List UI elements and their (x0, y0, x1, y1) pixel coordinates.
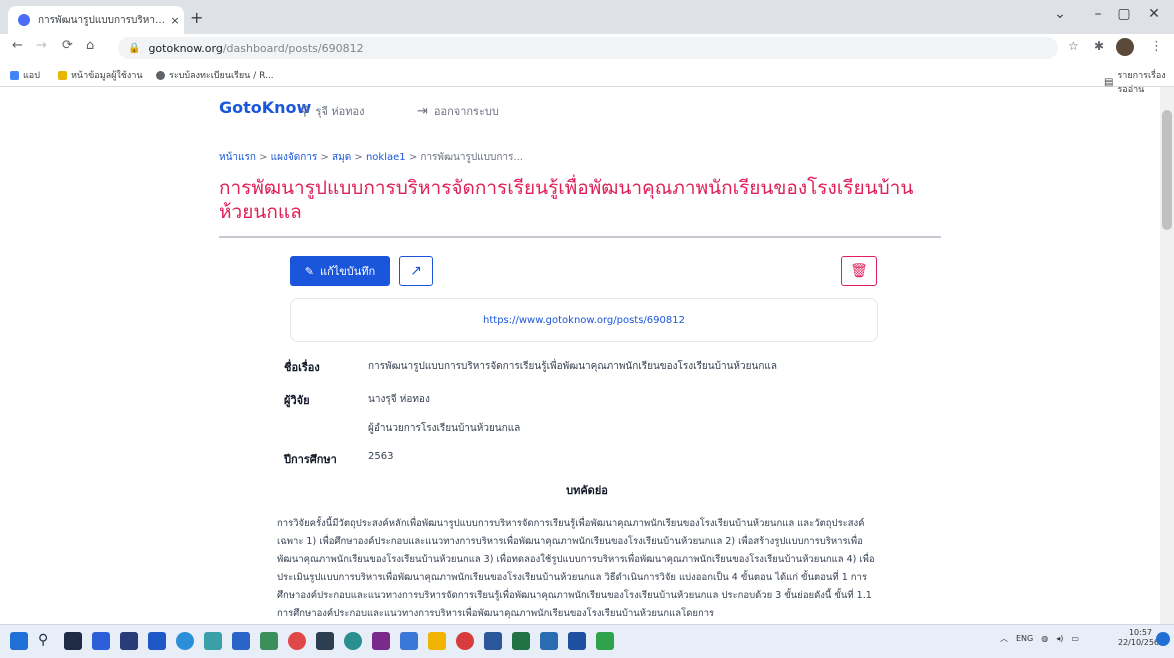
breadcrumb-notebook[interactable]: สมุด (332, 152, 351, 163)
line-icon[interactable] (596, 632, 614, 650)
trash-icon: 🗑 (850, 263, 868, 279)
store-icon[interactable] (148, 632, 166, 650)
new-tab-button[interactable]: + (190, 8, 203, 27)
close-tab-icon[interactable]: × (166, 14, 184, 27)
breadcrumb-home[interactable]: หน้าแรก (219, 152, 256, 163)
app-icon[interactable] (372, 632, 390, 650)
edit-label: แก้ไขบันทึก (320, 265, 376, 278)
site-logo[interactable]: GotoKnow (219, 98, 311, 117)
clock[interactable]: 10:57 22/10/2564 (1118, 628, 1165, 648)
researcher-label: ผู้วิจัย (284, 394, 310, 407)
user-icon: ⚲ (300, 103, 310, 119)
bookmark-label: หน้าข้อมูลผู้ใช้งาน (71, 71, 143, 81)
page-title: การพัฒนารูปแบบการบริหารจัดการเรียนรู้เพื… (219, 177, 914, 223)
chevron-up-icon[interactable]: ︿ (1000, 633, 1008, 644)
system-tray: ︿ ENG ◍ ◂) ▭ (1000, 633, 1079, 644)
close-window-icon[interactable]: ✕ (1134, 6, 1174, 22)
researcher-value: นางรุจี ห่อทอง (368, 394, 430, 405)
bookmark-favicon-icon (58, 70, 67, 80)
extensions-icon[interactable]: ✱ (1094, 39, 1104, 53)
logout-label: ออกจากระบบ (433, 105, 499, 118)
bookmark-label: ระบบ้ลงทะเบียนเรียน / R... (169, 71, 274, 81)
subject-value: การพัฒนารูปแบบการบริหารจัดการเรียนรู้เพื… (368, 361, 777, 372)
time: 10:57 (1128, 628, 1152, 637)
reading-list-icon: ▤ (1104, 76, 1114, 88)
back-icon[interactable]: ← (12, 38, 23, 53)
url-input[interactable]: 🔒 gotoknow.org/dashboard/posts/690812 (118, 37, 1058, 59)
wifi-icon[interactable]: ◍ (1041, 634, 1048, 643)
external-link-icon: ↗ (410, 263, 422, 279)
tab-title: การพัฒนารูปแบบการบริหารจัดการเรียนรู้เพื… (38, 14, 166, 26)
reload-icon[interactable]: ⟳ (62, 38, 73, 53)
year-value: 2563 (368, 451, 394, 462)
year-label: ปีการศึกษา (284, 453, 337, 466)
chrome-icon[interactable] (344, 632, 362, 650)
app-icon[interactable] (540, 632, 558, 650)
post-url[interactable]: https://www.gotoknow.org/posts/690812 (483, 315, 685, 326)
chevron-down-icon[interactable]: ⌄ (1040, 6, 1080, 22)
photos-icon[interactable] (232, 632, 250, 650)
app-icon[interactable] (568, 632, 586, 650)
edit-post-button[interactable]: ✎ แก้ไขบันทึก (290, 256, 390, 286)
excel-icon[interactable] (512, 632, 530, 650)
bookmark-registration[interactable]: ระบบ้ลงทะเบียนเรียน / R... (156, 68, 274, 82)
pencil-icon: ✎ (304, 264, 314, 278)
menu-icon[interactable]: ⋮ (1150, 39, 1163, 54)
username: รุจี ห่อทอง (315, 105, 365, 118)
breadcrumb-current: การพัฒนารูปแบบการ... (420, 152, 523, 163)
search-icon[interactable]: ⚲ (38, 632, 56, 650)
star-icon[interactable]: ☆ (1068, 39, 1079, 53)
home-icon[interactable]: ⌂ (86, 38, 94, 53)
app-icon[interactable] (316, 632, 334, 650)
avatar[interactable] (1116, 38, 1134, 56)
date: 22/10/2564 (1118, 638, 1165, 647)
breadcrumb: หน้าแรก > แผงจัดการ > สมุด > noklae1 > ก… (219, 152, 523, 163)
scrollbar-thumb[interactable] (1162, 110, 1172, 230)
task-view-icon[interactable] (64, 632, 82, 650)
delete-button[interactable]: 🗑 (841, 256, 877, 286)
app-icon[interactable] (400, 632, 418, 650)
battery-icon[interactable]: ▭ (1071, 634, 1079, 643)
position-value: ผู้อำนวยการโรงเรียนบ้านห้วยนกแล (368, 423, 521, 434)
favicon-icon (18, 14, 30, 26)
forward-icon[interactable]: → (36, 38, 47, 53)
divider (219, 236, 941, 238)
subject-label: ชื่อเรื่อง (284, 361, 320, 374)
chat-icon[interactable] (120, 632, 138, 650)
app-icon[interactable] (204, 632, 222, 650)
file-explorer-icon[interactable] (428, 632, 446, 650)
opera-icon[interactable] (288, 632, 306, 650)
breadcrumb-dashboard[interactable]: แผงจัดการ (271, 152, 318, 163)
app-icon[interactable] (456, 632, 474, 650)
open-external-button[interactable]: ↗ (399, 256, 433, 286)
notification-icon[interactable] (1156, 632, 1170, 646)
language-indicator[interactable]: ENG (1016, 634, 1033, 643)
url-path: /dashboard/posts/690812 (222, 41, 364, 55)
user-link[interactable]: ⚲ รุจี ห่อทอง (300, 102, 364, 120)
lock-icon: 🔒 (128, 42, 141, 54)
abstract-text: การวิจัยครั้งนี้มีวัตถุประสงค์หลักเพื่อพ… (277, 518, 875, 619)
volume-icon[interactable]: ◂) (1056, 634, 1063, 643)
word-icon[interactable] (484, 632, 502, 650)
widgets-icon[interactable] (92, 632, 110, 650)
logout-icon: ⇥ (417, 103, 428, 119)
browser-tab[interactable]: การพัฒนารูปแบบการบริหารจัดการเรียนรู้เพื… (8, 6, 184, 34)
breadcrumb-user[interactable]: noklae1 (366, 152, 406, 163)
post-url-box: https://www.gotoknow.org/posts/690812 (290, 298, 878, 342)
app-icon[interactable] (260, 632, 278, 650)
logout-link[interactable]: ⇥ ออกจากระบบ (417, 102, 499, 120)
windows-start-icon[interactable] (10, 632, 28, 650)
bookmark-profile[interactable]: หน้าข้อมูลผู้ใช้งาน (58, 68, 143, 82)
edge-icon[interactable] (176, 632, 194, 650)
abstract-heading: บทคัดย่อ (566, 484, 608, 497)
apps-icon (10, 70, 19, 80)
bookmark-label: แอป (23, 71, 40, 81)
url-domain: gotoknow.org (148, 41, 223, 55)
globe-icon (156, 70, 165, 80)
bookmark-apps[interactable]: แอป (10, 68, 40, 82)
